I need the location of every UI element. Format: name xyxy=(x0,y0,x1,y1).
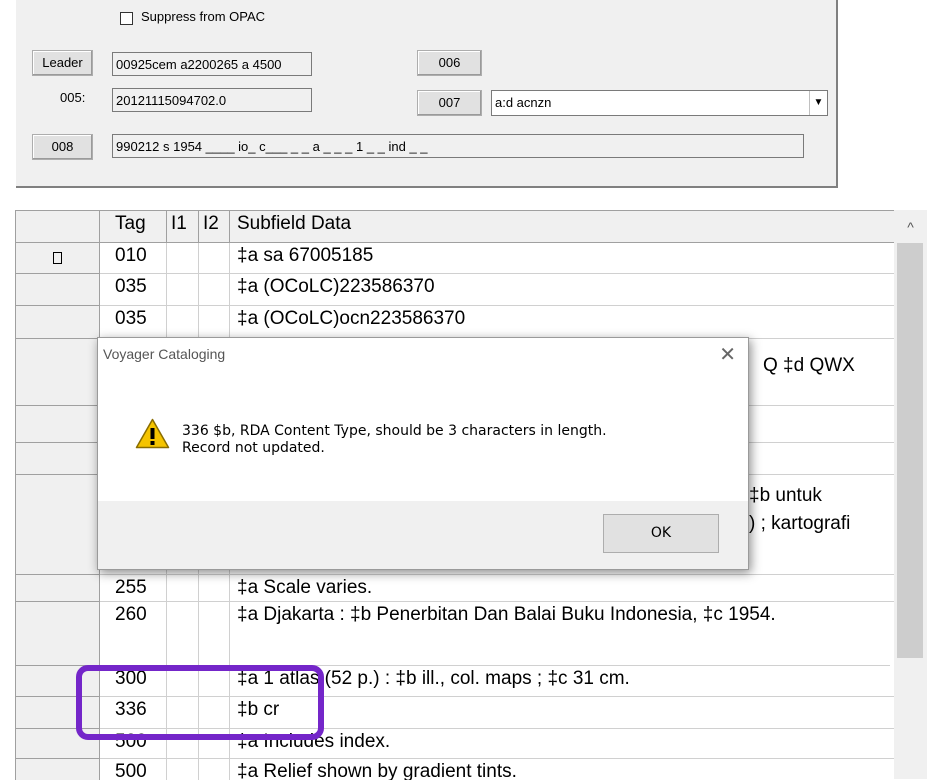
record-header-panel: Suppress from OPAC Leader 00925cem a2200… xyxy=(16,0,838,188)
table-row[interactable]: 035 ‡a (OCoLC)ocn223586370 xyxy=(16,306,895,339)
table-row[interactable]: 255 ‡a Scale varies. xyxy=(16,575,895,602)
i1-cell[interactable] xyxy=(167,243,199,274)
header-i1[interactable]: I1 xyxy=(167,211,199,243)
table-row[interactable]: 010 ‡a sa 67005185 xyxy=(16,243,895,274)
i1-cell[interactable] xyxy=(167,602,199,666)
subfield-data-text: Q ‡d QWX xyxy=(763,355,855,376)
subfield-data-cell[interactable]: ‡a 1 atlas (52 p.) : ‡b ill., col. maps … xyxy=(230,666,895,697)
subfield-data-cell[interactable]: ‡a Relief shown by gradient tints. xyxy=(230,759,895,780)
current-row-marker-icon xyxy=(53,252,62,264)
row-selector[interactable] xyxy=(16,339,100,406)
i1-cell[interactable] xyxy=(167,306,199,339)
007-dropdown-value: a:d acnzn xyxy=(495,95,552,110)
i1-cell[interactable] xyxy=(167,759,199,780)
row-selector[interactable] xyxy=(16,575,100,602)
i2-cell[interactable] xyxy=(199,274,230,306)
tag-cell[interactable]: 035 xyxy=(100,306,167,339)
leader-button[interactable]: Leader xyxy=(32,50,93,76)
subfield-data-text: ‡b untuk xyxy=(749,485,822,506)
i1-cell[interactable] xyxy=(167,274,199,306)
chevron-down-icon[interactable]: ▼ xyxy=(809,91,827,115)
i2-cell[interactable] xyxy=(199,602,230,666)
row-selector[interactable] xyxy=(16,443,100,475)
scroll-up-arrow-icon[interactable]: ^ xyxy=(894,210,927,243)
tag-cell[interactable]: 035 xyxy=(100,274,167,306)
warning-icon xyxy=(135,418,170,449)
subfield-data-cell[interactable]: ‡a (OCoLC)223586370 xyxy=(230,274,895,306)
dialog-message-line1: 336 $b, RDA Content Type, should be 3 ch… xyxy=(182,423,607,439)
row-selector[interactable] xyxy=(16,274,100,306)
grid-header: Tag I1 I2 Subfield Data xyxy=(16,211,895,243)
subfield-data-cell[interactable]: ‡b cr xyxy=(230,697,895,729)
dialog-message: 336 $b, RDA Content Type, should be 3 ch… xyxy=(182,423,607,457)
header-tag[interactable]: Tag xyxy=(100,211,167,243)
row-selector[interactable] xyxy=(16,306,100,339)
row-selector[interactable] xyxy=(16,475,100,575)
subfield-data-cell[interactable]: ‡a (OCoLC)ocn223586370 xyxy=(230,306,895,339)
table-row[interactable]: 260 ‡a Djakarta : ‡b Penerbitan Dan Bala… xyxy=(16,602,895,666)
tag-cell[interactable]: 010 xyxy=(100,243,167,274)
tag-cell[interactable]: 500 xyxy=(100,759,167,780)
row-selector[interactable] xyxy=(16,602,100,666)
vertical-scrollbar[interactable]: ^ xyxy=(894,210,927,779)
i2-cell[interactable] xyxy=(199,575,230,602)
007-dropdown[interactable]: a:d acnzn ▼ xyxy=(491,90,828,116)
table-row[interactable]: 035 ‡a (OCoLC)223586370 xyxy=(16,274,895,306)
header-i2[interactable]: I2 xyxy=(199,211,230,243)
tag-cell[interactable]: 260 xyxy=(100,602,167,666)
i1-cell[interactable] xyxy=(167,575,199,602)
dialog-message-line2: Record not updated. xyxy=(182,440,325,456)
leader-field[interactable]: 00925cem a2200265 a 4500 xyxy=(112,52,312,76)
dialog-title: Voyager Cataloging xyxy=(103,346,226,362)
006-button[interactable]: 006 xyxy=(417,50,482,76)
tag-cell[interactable]: 255 xyxy=(100,575,167,602)
i2-cell[interactable] xyxy=(199,243,230,274)
dialog-body: 336 $b, RDA Content Type, should be 3 ch… xyxy=(98,378,748,501)
subfield-data-cell[interactable]: ‡a Includes index. xyxy=(230,729,895,759)
suppress-opac-checkbox[interactable] xyxy=(120,12,133,25)
suppress-opac-label: Suppress from OPAC xyxy=(141,9,266,24)
subfield-data-cell[interactable]: ‡a Scale varies. xyxy=(230,575,895,602)
005-field[interactable]: 20121115094702.0 xyxy=(112,88,312,112)
subfield-data-text: ) ; kartografi xyxy=(749,513,851,534)
error-dialog: Voyager Cataloging ✕ 336 $b, RDA Content… xyxy=(97,337,749,570)
subfield-data-cell[interactable]: ‡a Djakarta : ‡b Penerbitan Dan Balai Bu… xyxy=(230,602,890,666)
row-selector[interactable] xyxy=(16,759,100,780)
008-button[interactable]: 008 xyxy=(32,134,93,160)
annotation-highlight-box xyxy=(76,665,324,740)
i2-cell[interactable] xyxy=(199,306,230,339)
row-selector[interactable] xyxy=(16,406,100,443)
007-button[interactable]: 007 xyxy=(417,90,482,116)
005-label: 005: xyxy=(60,90,86,105)
008-field[interactable]: 990212 s 1954 ____ io_ c___ _ _ a _ _ _ … xyxy=(112,134,804,158)
ok-button[interactable]: OK xyxy=(603,514,719,553)
header-subfield-data[interactable]: Subfield Data xyxy=(230,211,895,243)
row-selector[interactable] xyxy=(16,243,100,274)
i2-cell[interactable] xyxy=(199,759,230,780)
header-selector-cell xyxy=(16,211,100,243)
scroll-thumb[interactable] xyxy=(897,243,923,658)
close-icon[interactable]: ✕ xyxy=(719,342,736,367)
subfield-data-cell[interactable]: ‡a sa 67005185 xyxy=(230,243,895,274)
dialog-footer: OK xyxy=(98,501,748,569)
table-row[interactable]: 500 ‡a Relief shown by gradient tints. xyxy=(16,759,895,780)
